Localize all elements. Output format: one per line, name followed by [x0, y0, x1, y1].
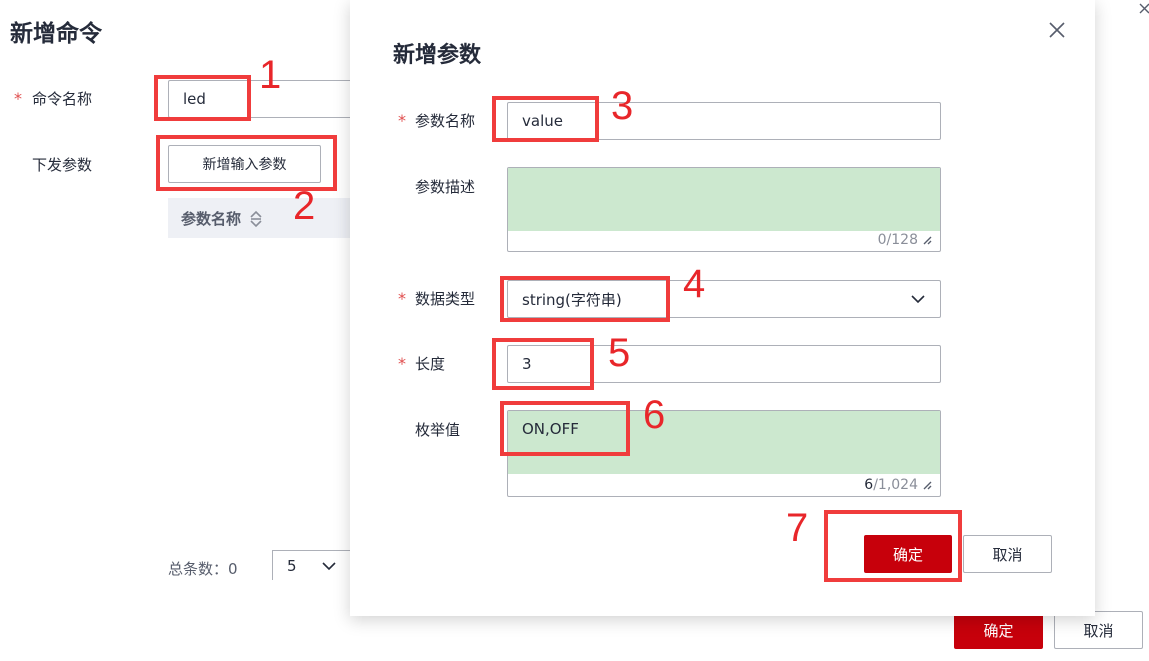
data-type-select[interactable]: string(字符串)	[507, 280, 941, 318]
chevron-down-icon	[911, 295, 925, 304]
desc-label: 参数描述	[415, 178, 476, 196]
enum-textarea[interactable]: ON,OFF 6/1,024	[507, 410, 941, 497]
desc-textarea[interactable]: 0/128	[507, 167, 941, 252]
back-cancel-button[interactable]: 取消	[1054, 611, 1143, 649]
required-mark: *	[398, 354, 406, 373]
param-name-value: value	[522, 112, 563, 130]
page-title: 新增命令	[10, 21, 102, 47]
back-confirm-button[interactable]: 确定	[954, 611, 1043, 649]
annotation-number-5: 5	[608, 331, 631, 375]
total-count: 总条数：0	[168, 560, 238, 578]
enum-count-current: 6	[864, 477, 874, 493]
command-name-value: led	[183, 90, 206, 108]
length-value: 3	[522, 355, 532, 373]
length-label: 长度	[415, 355, 446, 373]
data-type-value: string(字符串)	[522, 290, 622, 309]
resize-handle-icon[interactable]	[922, 235, 932, 245]
desc-char-count: 0/128	[878, 232, 932, 248]
annotation-number-2: 2	[293, 184, 316, 228]
page-size-select[interactable]: 5	[272, 550, 362, 580]
table-header-label: 参数名称	[181, 210, 242, 228]
desc-count-text: 0/128	[877, 232, 918, 248]
required-mark: *	[398, 289, 406, 308]
annotation-number-3: 3	[611, 84, 634, 128]
required-mark: *	[14, 89, 22, 108]
enum-value: ON,OFF	[522, 420, 579, 438]
table-header-param-name[interactable]: 参数名称	[181, 208, 263, 229]
page-size-value: 5	[287, 556, 297, 575]
desc-text	[508, 168, 940, 231]
sort-icon[interactable]	[249, 210, 263, 228]
enum-count-max: /1,024	[873, 477, 918, 493]
back-close-icon[interactable]	[1139, 2, 1149, 16]
annotation-number-6: 6	[643, 393, 666, 437]
enum-label: 枚举值	[415, 421, 461, 439]
data-type-label: 数据类型	[415, 290, 476, 308]
add-input-param-button[interactable]: 新增输入参数	[168, 145, 321, 183]
add-param-dialog: 新增参数 * 参数名称 value 参数描述 0/128 * 数据类型 stri…	[350, 0, 1095, 616]
chevron-down-icon	[321, 561, 336, 570]
dialog-title: 新增参数	[393, 43, 482, 68]
annotation-number-7: 7	[786, 506, 809, 550]
cancel-button[interactable]: 取消	[963, 535, 1052, 573]
confirm-button[interactable]: 确定	[864, 535, 952, 573]
command-name-label: 命令名称	[32, 90, 93, 108]
param-name-input[interactable]: value	[507, 102, 941, 140]
enum-char-count: 6/1,024	[864, 477, 932, 493]
resize-handle-icon[interactable]	[922, 480, 932, 490]
annotation-number-4: 4	[683, 262, 706, 306]
params-label: 下发参数	[32, 156, 93, 174]
annotation-number-1: 1	[259, 53, 282, 97]
param-name-label: 参数名称	[415, 112, 476, 130]
close-icon[interactable]	[1049, 22, 1065, 38]
length-input[interactable]: 3	[507, 345, 941, 383]
required-mark: *	[398, 111, 406, 130]
